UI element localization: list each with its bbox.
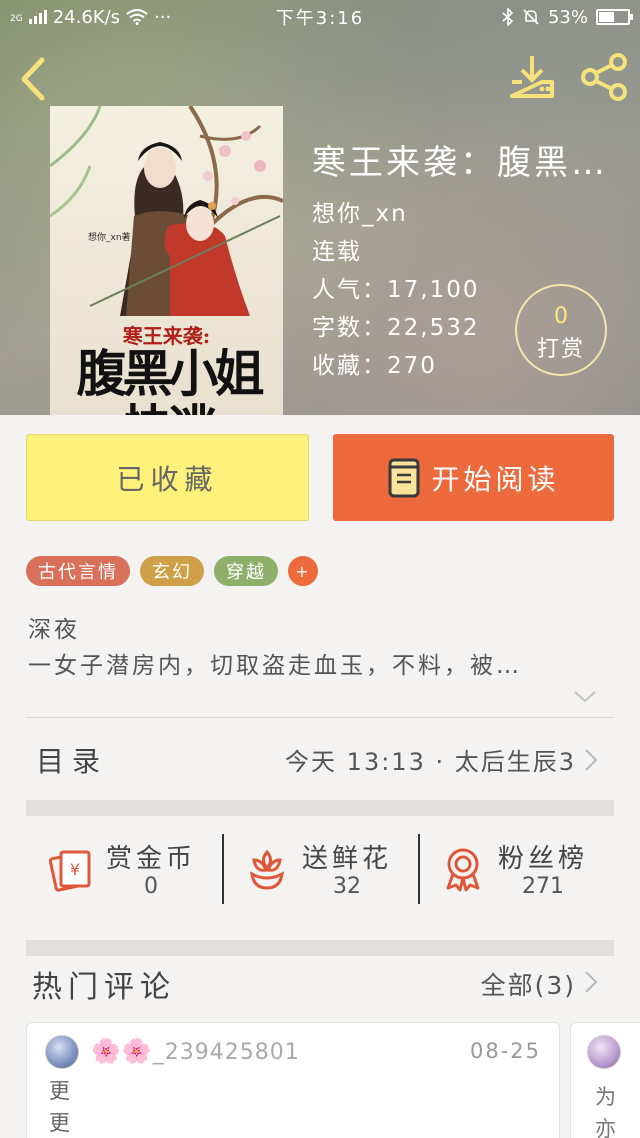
chevron-left-icon [21, 57, 45, 101]
battery-fill [599, 12, 614, 22]
chevron-right-icon [585, 749, 598, 771]
avatar[interactable] [587, 1035, 621, 1069]
download-icon [510, 56, 554, 98]
fan-ranking-value: 271 [522, 874, 564, 899]
book-icon [388, 458, 420, 497]
toc-label: 目录 [36, 745, 109, 778]
wifi-icon [126, 9, 148, 25]
section-separator [26, 940, 614, 956]
battery-percent: 53% [547, 6, 588, 28]
book-cover[interactable]: 想你_xn著 寒王来袭: 腹黑小姐快逃 [50, 106, 283, 415]
comment-text: 更更 [49, 1079, 70, 1135]
clock: 下午3:16 [275, 8, 365, 29]
username-flowers: 🌸🌸 [91, 1037, 153, 1065]
action-bar: 已收藏 开始阅读 [26, 434, 614, 522]
chevron-right-icon[interactable] [584, 970, 598, 994]
stats-bar: ¥ 赏金币 0 送鲜花 32 粉丝榜 271 [26, 816, 614, 940]
tag-list: 古代言情 玄幻 穿越 + [26, 556, 318, 586]
book-title: 寒王来袭：腹黑小… [312, 143, 634, 183]
red-envelope-icon: ¥ [48, 850, 91, 892]
flower-label: 送鲜花 [302, 844, 393, 874]
collected-button[interactable]: 已收藏 [26, 434, 309, 521]
download-button[interactable] [506, 50, 558, 102]
coin-reward-value: 0 [144, 874, 158, 899]
cover-credit: 想你_xn著 [88, 233, 131, 243]
share-icon [581, 53, 627, 101]
cover-title-line2: 腹黑小姐快逃 [76, 344, 265, 415]
comment-text: 为亦 [595, 1085, 616, 1138]
battery-icon [596, 9, 633, 25]
start-reading-button[interactable]: 开始阅读 [333, 434, 614, 521]
svg-text:¥: ¥ [70, 860, 80, 879]
flower-icon [250, 849, 284, 890]
reward-label: 打赏 [536, 337, 585, 362]
section-separator [26, 800, 614, 816]
start-reading-label: 开始阅读 [431, 462, 560, 496]
more-indicator: ··· [154, 6, 172, 28]
share-button[interactable] [578, 50, 632, 104]
flower-stat[interactable]: 送鲜花 32 [222, 816, 418, 940]
reward-count: 0 [554, 304, 568, 329]
avatar[interactable] [45, 1035, 79, 1069]
flower-value: 32 [333, 874, 361, 899]
synopsis-line2: 一女子潜房内，切取盗走血玉，不料，被… [28, 653, 522, 679]
comment-date: 08-25 [469, 1039, 541, 1063]
network-speed: 24.6K/s [52, 6, 121, 28]
tag-fantasy[interactable]: 玄幻 [140, 556, 204, 586]
username-text: _239425801 [152, 1040, 300, 1065]
signal-icon [28, 10, 47, 24]
network-type: 2G [10, 13, 23, 24]
chevron-down-icon[interactable] [572, 688, 598, 706]
synopsis[interactable]: 深夜 一女子潜房内，切取盗走血玉，不料，被… [28, 612, 618, 684]
synopsis-line1: 深夜 [28, 617, 80, 643]
comment-username: 🌸🌸_239425801 [91, 1037, 300, 1065]
comments-header: 热门评论 全部(3) [26, 956, 614, 1016]
book-status: 连载 [312, 239, 362, 265]
fan-ranking-label: 粉丝榜 [498, 844, 589, 874]
medal-icon [446, 848, 480, 892]
status-bar: 2G 24.6K/s ··· 下午3:16 53% [0, 0, 640, 34]
comment-card[interactable]: 为亦 [570, 1022, 640, 1138]
divider [26, 717, 614, 718]
fan-ranking-stat[interactable]: 粉丝榜 271 [418, 816, 614, 940]
tag-time-travel[interactable]: 穿越 [214, 556, 278, 586]
back-button[interactable] [12, 52, 58, 104]
mute-bell-icon [523, 9, 539, 25]
book-author[interactable]: 想你_xn [312, 194, 632, 227]
add-tag-button[interactable]: + [288, 556, 318, 586]
reward-button[interactable]: 0 打赏 [515, 284, 607, 376]
coin-reward-stat[interactable]: ¥ 赏金币 0 [26, 816, 222, 940]
comment-card[interactable]: 🌸🌸_239425801 08-25 更更 [26, 1022, 560, 1138]
latest-chapter: 今天 13:13 · 太后生辰3 [285, 748, 576, 776]
all-comments-link[interactable]: 全部(3) [481, 966, 576, 1002]
toc-row[interactable]: 目录 今天 13:13 · 太后生辰3 [26, 720, 614, 798]
hot-comments-title: 热门评论 [32, 970, 176, 1005]
tag-ancient-romance[interactable]: 古代言情 [26, 556, 130, 586]
bluetooth-icon [502, 8, 514, 26]
collected-label: 已收藏 [116, 462, 219, 496]
coin-reward-label: 赏金币 [106, 844, 197, 874]
